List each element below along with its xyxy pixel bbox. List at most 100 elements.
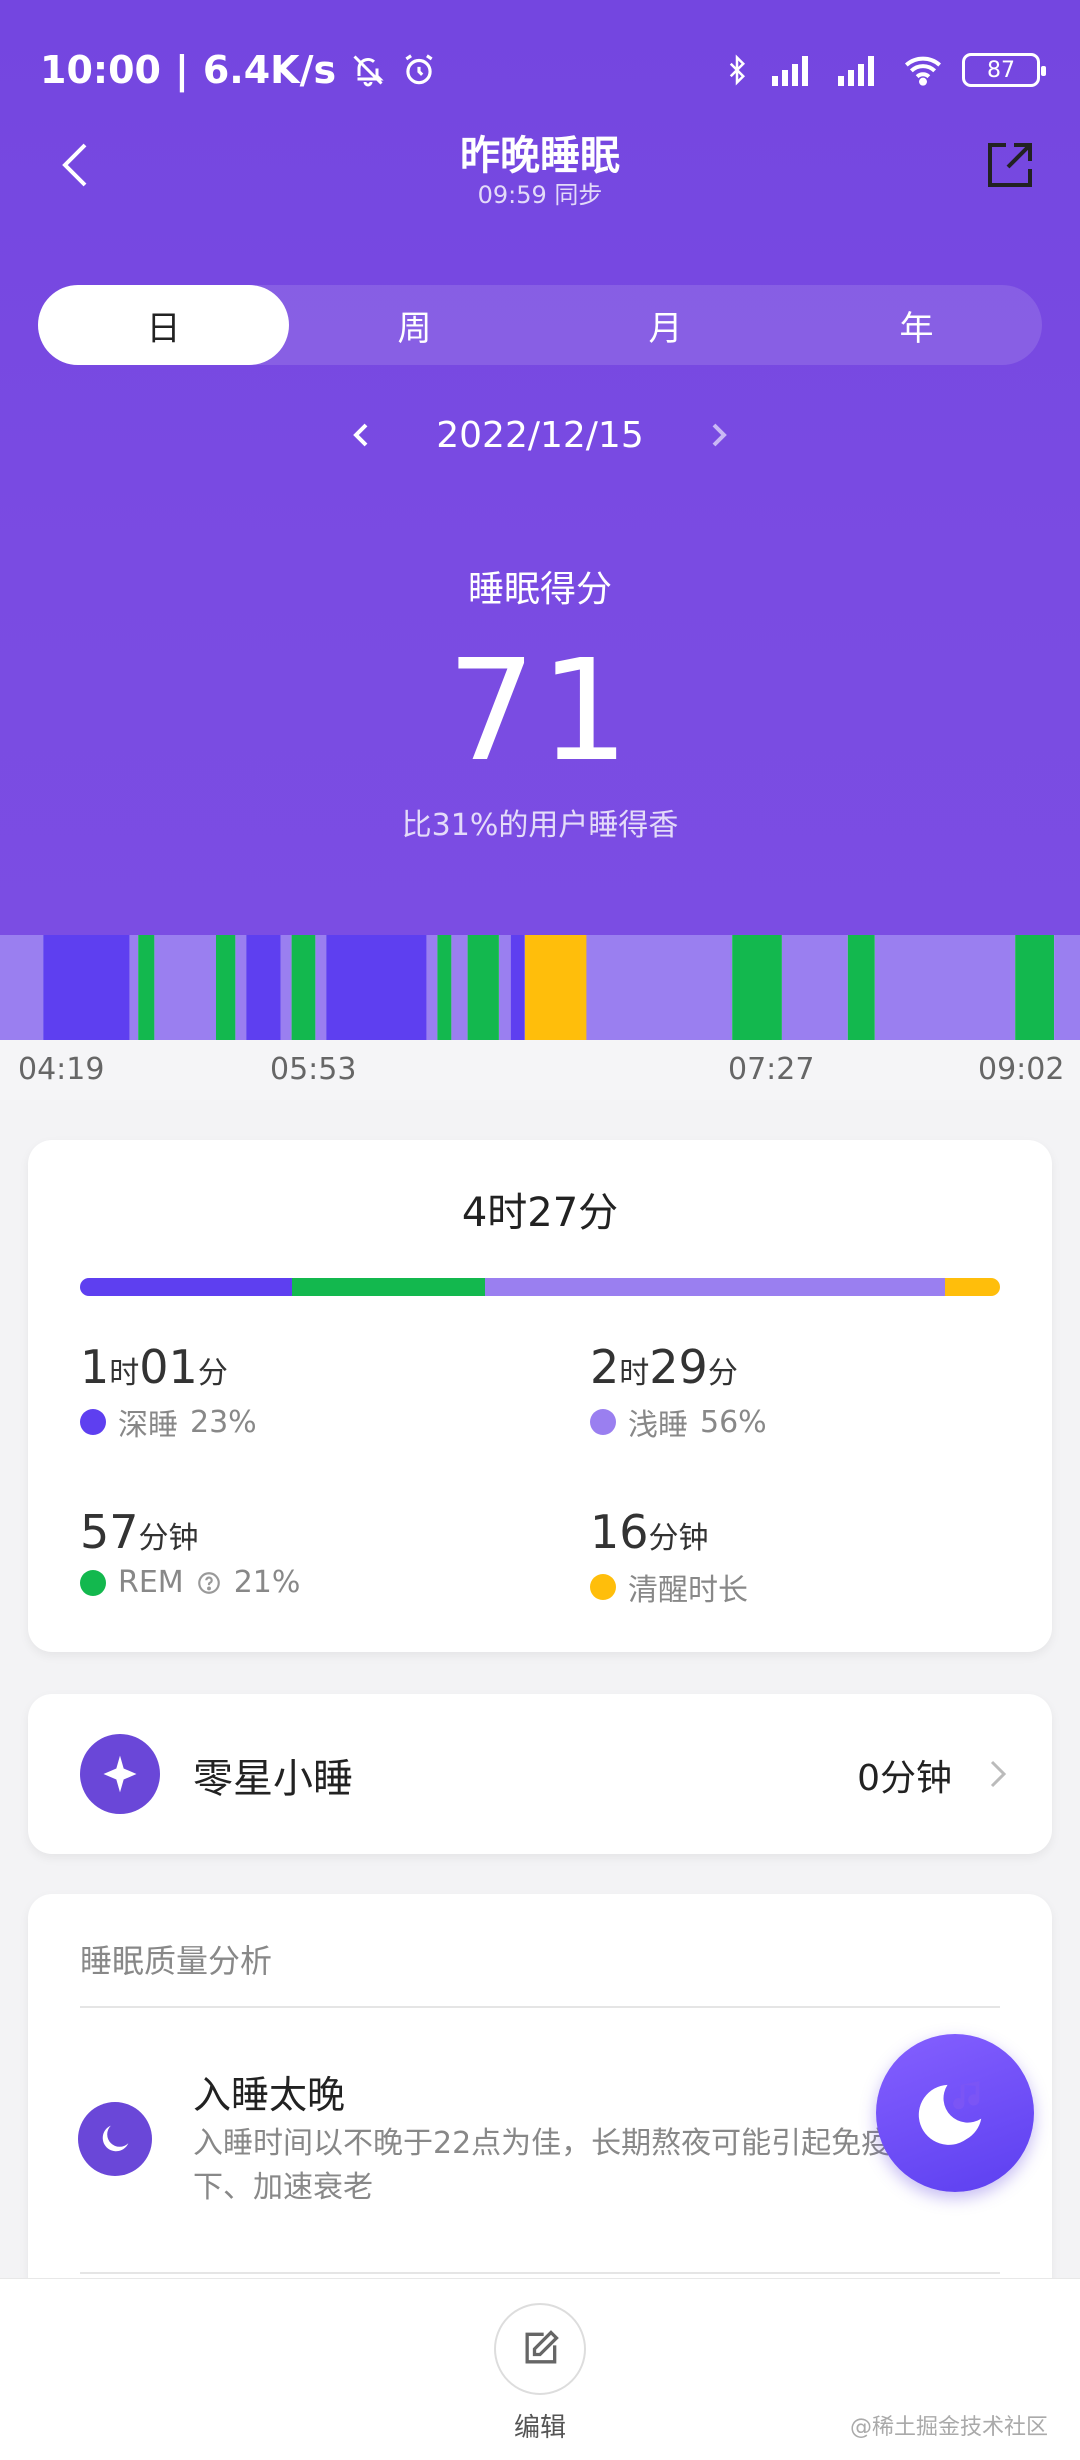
rem-pct: 21% xyxy=(233,1565,301,1600)
timeline-label-2: 05:53 xyxy=(270,1052,357,1087)
awake-minutes-unit: 分钟 xyxy=(648,1521,709,1556)
divider xyxy=(80,2272,1000,2274)
score-label: 睡眠得分 xyxy=(467,569,612,610)
proportion-awake xyxy=(944,1278,1000,1296)
sleep-music-button[interactable] xyxy=(876,2034,1034,2192)
top-bar: 昨晚睡眠 09:59 同步 xyxy=(0,115,1080,225)
light-hours-unit: 时 xyxy=(619,1356,650,1391)
stat-light: 2时29分 浅睡 56% xyxy=(590,1340,1030,1444)
stat-deep: 1时01分 深睡 23% xyxy=(80,1340,520,1444)
awake-minutes: 16 xyxy=(590,1505,649,1559)
signal-hd-icon-2 xyxy=(838,56,874,86)
timeline-segment-rem xyxy=(216,935,236,1040)
tab-day[interactable]: 日 xyxy=(38,285,289,365)
timeline-segment-light xyxy=(874,935,1016,1040)
timeline-segment-awake xyxy=(524,935,587,1040)
divider xyxy=(80,2006,1000,2008)
timeline-segment-light xyxy=(235,935,247,1040)
stat-rem: 57分钟 REM 21% xyxy=(80,1505,520,1600)
timeline-segment-light xyxy=(426,935,438,1040)
status-time: 10:00 xyxy=(40,48,161,92)
timeline-label-start: 04:19 xyxy=(18,1052,105,1087)
timeline-label-3: 07:27 xyxy=(728,1052,815,1087)
timeline-segment-deep xyxy=(246,935,281,1040)
timeline-segment-light xyxy=(0,935,44,1040)
status-bar: 10:00 | 6.4K/s 87 xyxy=(40,40,1046,100)
proportion-light xyxy=(484,1278,945,1296)
deep-minutes: 01 xyxy=(139,1340,198,1394)
deep-minutes-unit: 分 xyxy=(197,1356,228,1391)
awake-dot xyxy=(590,1574,616,1600)
rem-minutes-unit: 分钟 xyxy=(138,1521,199,1556)
help-icon[interactable] xyxy=(196,1570,222,1596)
awake-label: 清醒时长 xyxy=(628,1573,748,1608)
total-sleep-duration: 4时27分 xyxy=(461,1190,619,1236)
tab-year[interactable]: 年 xyxy=(791,285,1042,365)
quality-item-description: 入睡时间以不晚于22点为佳，长期熬夜可能引起免疫力低下、加速衰老 xyxy=(193,2126,952,2205)
edit-button[interactable] xyxy=(494,2303,586,2395)
light-hours: 2 xyxy=(590,1340,620,1394)
sync-time: 09:59 同步 xyxy=(477,181,603,209)
proportion-deep xyxy=(80,1278,292,1296)
share-icon[interactable] xyxy=(980,135,1040,195)
quality-header: 睡眠质量分析 xyxy=(80,1942,273,1980)
chevron-left-icon[interactable] xyxy=(346,415,376,455)
deep-label: 深睡 xyxy=(118,1408,178,1443)
battery-level: 87 xyxy=(987,57,1015,83)
timeline-segment-light xyxy=(129,935,139,1040)
timeline-segment-light xyxy=(781,935,848,1040)
wifi-icon xyxy=(905,56,941,86)
score-comparison: 比31%的用户睡得香 xyxy=(401,808,679,843)
chevron-right-icon xyxy=(990,1760,1007,1788)
signal-hd-icon xyxy=(772,56,808,86)
deep-pct: 23% xyxy=(190,1404,257,1440)
rem-dot xyxy=(80,1569,106,1596)
rem-label: REM xyxy=(118,1565,184,1600)
timeline-segment-light xyxy=(154,935,216,1040)
watermark: @稀土掘金技术社区 xyxy=(849,2415,1048,2440)
header: 10:00 | 6.4K/s 87 昨晚睡眠 09:59 同步 日 周 月 年 … xyxy=(0,0,1080,935)
current-date: 2022/12/15 xyxy=(436,414,644,456)
proportion-rem xyxy=(291,1278,485,1296)
timeline-segment-deep xyxy=(326,935,427,1040)
timeline-segment-rem xyxy=(847,935,875,1040)
timeline-segment-rem xyxy=(291,935,316,1040)
nap-title: 零星小睡 xyxy=(193,1756,353,1802)
rem-minutes: 57 xyxy=(80,1505,139,1559)
light-minutes-unit: 分 xyxy=(707,1356,738,1391)
status-separator: | xyxy=(174,48,189,92)
edit-icon xyxy=(525,2330,559,2364)
timeline-segment-light xyxy=(499,935,511,1040)
deep-hours: 1 xyxy=(80,1340,110,1394)
moon-icon xyxy=(78,2102,152,2176)
timeline-label-end: 09:02 xyxy=(978,1052,1065,1087)
bottom-bar: 编辑 @稀土掘金技术社区 xyxy=(0,2278,1080,2460)
stat-awake: 16分钟 清醒时长 xyxy=(590,1505,1030,1609)
timeline-segment-rem xyxy=(1015,935,1055,1040)
page-title: 昨晚睡眠 xyxy=(460,133,620,179)
timeline-segment-rem xyxy=(437,935,452,1040)
tab-week[interactable]: 周 xyxy=(289,285,540,365)
timeline-segment-rem xyxy=(467,935,499,1040)
date-navigator: 2022/12/15 xyxy=(0,405,1080,465)
nap-card[interactable]: 零星小睡 0分钟 xyxy=(28,1694,1052,1854)
quality-item-title: 入睡太晚 xyxy=(193,2073,346,2117)
timeline-segment-deep xyxy=(43,935,130,1040)
moon-music-icon xyxy=(918,2081,982,2145)
light-dot xyxy=(590,1409,616,1435)
deep-hours-unit: 时 xyxy=(109,1356,140,1391)
timeline-segment-deep xyxy=(510,935,525,1040)
nap-duration: 0分钟 xyxy=(857,1758,952,1799)
stage-proportion-bar xyxy=(80,1278,1000,1296)
light-minutes: 29 xyxy=(649,1340,708,1394)
bluetooth-icon xyxy=(729,54,746,86)
light-pct: 56% xyxy=(700,1404,767,1440)
timeline-segment-light xyxy=(451,935,468,1040)
sleep-stage-timeline xyxy=(0,935,1080,1040)
sparkle-icon xyxy=(80,1734,160,1814)
chevron-right-icon[interactable] xyxy=(704,415,734,455)
tab-month[interactable]: 月 xyxy=(540,285,791,365)
light-label: 浅睡 xyxy=(628,1408,688,1443)
sleep-summary-card: 4时27分 1时01分 深睡 23% 2时29分 浅睡 56% 57分钟 REM 21… xyxy=(28,1140,1052,1652)
deep-dot xyxy=(80,1409,106,1435)
